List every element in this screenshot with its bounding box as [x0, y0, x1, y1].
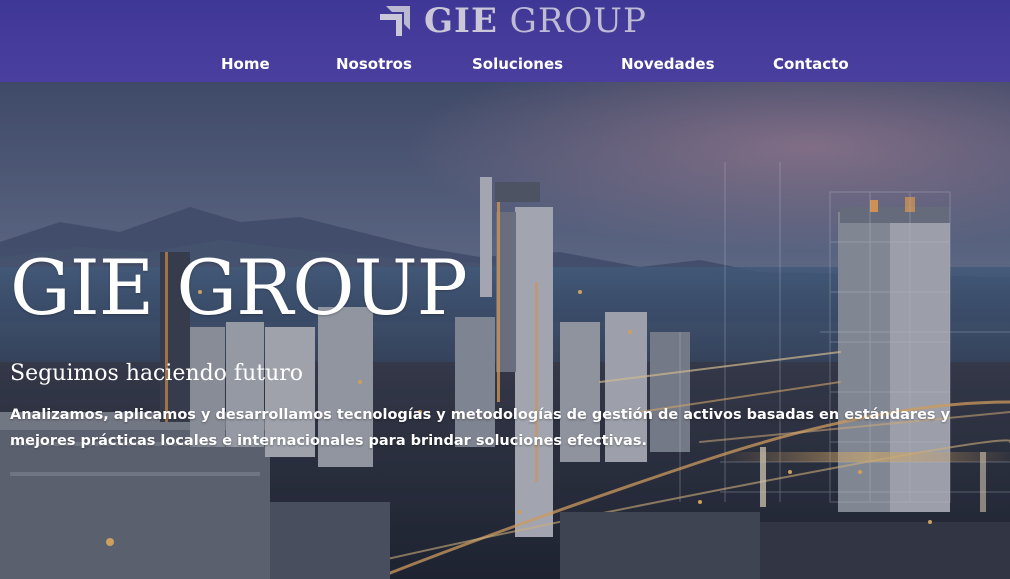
brand-name-light: GROUP — [509, 1, 647, 41]
nav-item-home[interactable]: Home — [221, 55, 270, 73]
brand-logo[interactable]: GIE GROUP — [380, 4, 690, 38]
hero-subtitle: Seguimos haciendo futuro — [10, 361, 304, 386]
hero-title: GIE GROUP — [10, 243, 468, 332]
brand-name: GIE GROUP — [424, 4, 647, 38]
nav-item-novedades[interactable]: Novedades — [621, 55, 715, 73]
nav-item-contacto[interactable]: Contacto — [773, 55, 849, 73]
brand-name-bold: GIE — [424, 1, 498, 41]
main-nav: Home Nosotros Soluciones Novedades Conta… — [0, 52, 1010, 78]
hero-description: Analizamos, aplicamos y desarrollamos te… — [10, 407, 951, 449]
arrow-corner-logo-icon — [380, 6, 410, 36]
site-header: GIE GROUP Home Nosotros Soluciones Noved… — [0, 0, 1010, 82]
hero-banner: GIE GROUP Seguimos haciendo futuro Anali… — [0, 82, 1010, 579]
nav-item-nosotros[interactable]: Nosotros — [336, 55, 412, 73]
nav-item-soluciones[interactable]: Soluciones — [472, 55, 563, 73]
page: GIE GROUP Home Nosotros Soluciones Noved… — [0, 0, 1010, 579]
